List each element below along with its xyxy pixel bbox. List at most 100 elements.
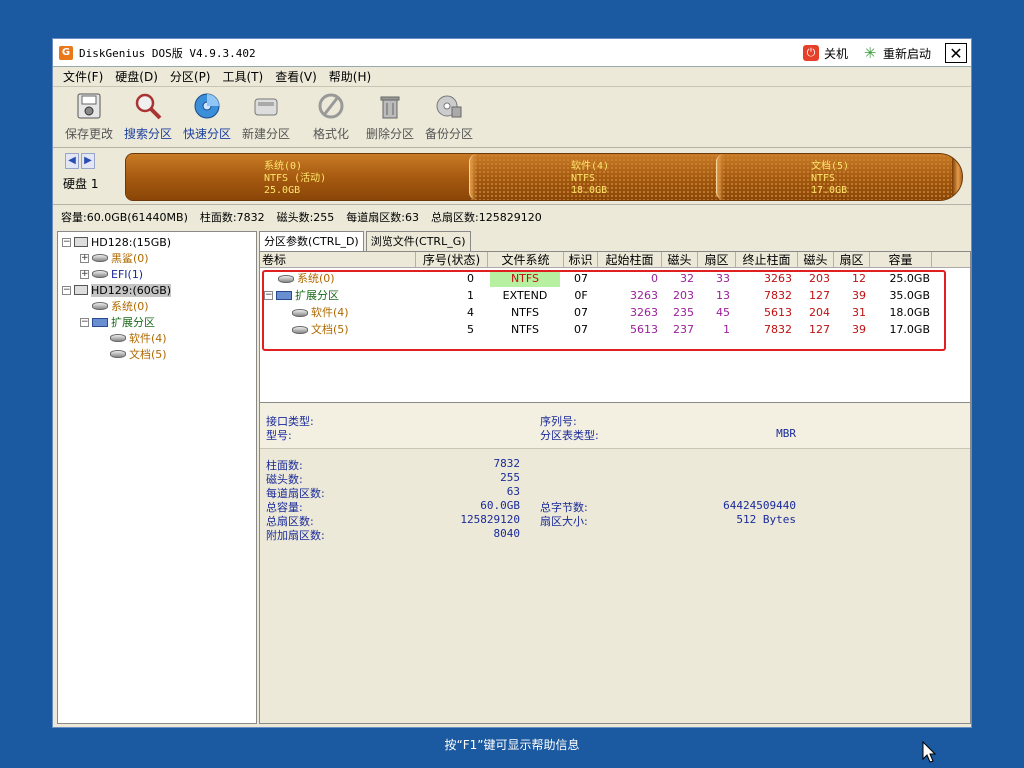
partition-bar-end bbox=[952, 154, 962, 200]
table-header: 卷标 序号(状态) 文件系统 标识 起始柱面 磁头 扇区 终止柱面 磁头 扇区 … bbox=[260, 252, 970, 268]
search-partition-button[interactable]: 搜索分区 bbox=[120, 88, 176, 146]
disk-capacity: 容量:60.0GB(61440MB) bbox=[61, 211, 188, 224]
expand-toggle[interactable]: + bbox=[80, 269, 89, 279]
total-capacity-value: 60.0GB bbox=[480, 499, 520, 512]
tree-node-system[interactable]: 系统(0) bbox=[58, 298, 256, 314]
menu-partition[interactable]: 分区(P) bbox=[170, 68, 211, 85]
toolbar: 保存更改 搜索分区 快速分区 新建分区 格式化 删除分区 备份分区 bbox=[53, 88, 971, 148]
volume-icon bbox=[110, 334, 126, 342]
format-icon bbox=[318, 93, 344, 119]
col-start-cyl[interactable]: 起始柱面 bbox=[598, 252, 662, 268]
tree-node-documents[interactable]: 文档(5) bbox=[58, 346, 256, 362]
new-partition-label: 新建分区 bbox=[241, 127, 290, 141]
disk-tree: − HD128:(15GB) + 黑鲨(0) + EFI(1) − HD129:… bbox=[57, 231, 257, 724]
quick-partition-button[interactable]: 快速分区 bbox=[179, 88, 235, 146]
col-start-head[interactable]: 磁头 bbox=[662, 252, 698, 268]
mouse-cursor-icon bbox=[922, 741, 936, 763]
disk-cylinders: 柱面数:7832 bbox=[199, 211, 265, 224]
volume-icon bbox=[92, 302, 108, 310]
partition-bar: 系统(0) NTFS (活动) 25.0GB 软件(4) NTFS 18.0GB… bbox=[125, 153, 963, 201]
col-seq[interactable]: 序号(状态) bbox=[416, 252, 488, 268]
quick-partition-icon bbox=[194, 93, 220, 119]
help-hint: 按“F1”键可显示帮助信息 bbox=[444, 738, 580, 752]
menu-help[interactable]: 帮助(H) bbox=[329, 68, 371, 85]
power-icon: ⏻ bbox=[802, 45, 819, 61]
right-panel: 分区参数(CTRL_D) 浏览文件(CTRL_G) 卷标 序号(状态) 文件系统… bbox=[259, 231, 971, 724]
volume-icon bbox=[92, 270, 108, 278]
shutdown-button[interactable]: ⏻ 关机 bbox=[802, 45, 848, 62]
partition-label-system: 系统(0) NTFS (活动) 25.0GB bbox=[264, 161, 327, 196]
cylinders-value: 7832 bbox=[493, 457, 521, 470]
hard-disk-icon bbox=[74, 285, 88, 295]
shutdown-label: 关机 bbox=[823, 46, 848, 61]
collapse-toggle[interactable]: − bbox=[62, 285, 71, 295]
tree-node-hd129[interactable]: − HD129:(60GB) bbox=[58, 282, 256, 298]
tree-label: 文档(5) bbox=[129, 348, 167, 361]
menu-bar: 文件(F) 硬盘(D) 分区(P) 工具(T) 查看(V) 帮助(H) bbox=[53, 67, 971, 87]
volume-icon bbox=[110, 350, 126, 358]
menu-disk[interactable]: 硬盘(D) bbox=[115, 68, 158, 85]
expand-toggle[interactable]: + bbox=[80, 253, 89, 263]
tab-browse-files[interactable]: 浏览文件(CTRL_G) bbox=[365, 231, 471, 251]
save-changes-label: 保存更改 bbox=[64, 127, 113, 141]
model-label: 型号: bbox=[266, 429, 292, 442]
partition-divider bbox=[469, 154, 477, 200]
delete-partition-button[interactable]: 删除分区 bbox=[362, 88, 418, 146]
tree-node-hd128[interactable]: − HD128:(15GB) bbox=[58, 234, 256, 250]
next-disk-button[interactable]: ▶ bbox=[81, 153, 95, 169]
col-label[interactable]: 卷标 bbox=[260, 252, 416, 268]
tree-node-efi[interactable]: + EFI(1) bbox=[58, 266, 256, 282]
tree-node-extended[interactable]: − 扩展分区 bbox=[58, 314, 256, 330]
tree-label: HD128:(15GB) bbox=[91, 235, 172, 249]
tree-label: 系统(0) bbox=[111, 300, 149, 313]
extra-sectors-value: 8040 bbox=[493, 527, 521, 540]
tree-node-software[interactable]: 软件(4) bbox=[58, 330, 256, 346]
col-size[interactable]: 容量 bbox=[870, 252, 932, 268]
total-bytes-value: 64424509440 bbox=[723, 499, 796, 512]
collapse-toggle[interactable]: − bbox=[80, 317, 89, 327]
partition-label-documents: 文档(5) NTFS 17.0GB bbox=[811, 161, 850, 196]
collapse-toggle[interactable]: − bbox=[62, 237, 71, 247]
format-label: 格式化 bbox=[312, 127, 349, 141]
backup-partition-button[interactable]: 备份分区 bbox=[421, 88, 477, 146]
sector-size-value: 512 Bytes bbox=[736, 513, 796, 526]
highlight-annotation-box bbox=[262, 270, 946, 351]
col-start-sec[interactable]: 扇区 bbox=[698, 252, 736, 268]
volume-icon bbox=[92, 254, 108, 262]
tree-node-heisha[interactable]: + 黑鲨(0) bbox=[58, 250, 256, 266]
disk-sectors-per-track: 每道扇区数:63 bbox=[346, 211, 419, 224]
extra-sectors-label: 附加扇区数: bbox=[266, 529, 325, 542]
col-end-head[interactable]: 磁头 bbox=[798, 252, 834, 268]
new-partition-button[interactable]: 新建分区 bbox=[238, 88, 294, 146]
save-changes-button[interactable]: 保存更改 bbox=[61, 88, 117, 146]
extended-partition-icon bbox=[92, 317, 108, 327]
col-id[interactable]: 标识 bbox=[564, 252, 598, 268]
backup-partition-label: 备份分区 bbox=[424, 127, 473, 141]
restart-icon: ✳ bbox=[863, 44, 877, 62]
tree-label: 黑鲨(0) bbox=[111, 252, 149, 265]
format-button[interactable]: 格式化 bbox=[303, 88, 359, 146]
menu-view[interactable]: 查看(V) bbox=[275, 68, 317, 85]
sector-size-label: 扇区大小: bbox=[540, 515, 588, 528]
col-fs[interactable]: 文件系统 bbox=[488, 252, 564, 268]
search-partition-icon bbox=[135, 93, 162, 120]
disk-info-line: 容量:60.0GB(61440MB) 柱面数:7832 磁头数:255 每道扇区… bbox=[61, 209, 554, 225]
restart-label: 重新启动 bbox=[882, 46, 931, 61]
prev-disk-button[interactable]: ◀ bbox=[65, 153, 79, 169]
disk-label: 硬盘 1 bbox=[63, 177, 99, 191]
title-bar: G DiskGenius DOS版 V4.9.3.402 ⏻ 关机 ✳ 重新启动… bbox=[53, 39, 971, 67]
partition-table-type-value: MBR bbox=[776, 427, 796, 440]
disk-total-sectors: 总扇区数:125829120 bbox=[431, 211, 542, 224]
partition-table-type-label: 分区表类型: bbox=[540, 429, 599, 442]
restart-button[interactable]: ✳ 重新启动 bbox=[862, 45, 931, 62]
disk-details-panel: 接口类型: 型号: 序列号: 分区表类型: MBR 柱面数: 7832 磁头数:… bbox=[259, 403, 971, 724]
menu-tools[interactable]: 工具(T) bbox=[223, 68, 264, 85]
col-end-cyl[interactable]: 终止柱面 bbox=[736, 252, 798, 268]
delete-partition-label: 删除分区 bbox=[365, 127, 414, 141]
tab-partition-params[interactable]: 分区参数(CTRL_D) bbox=[259, 231, 364, 251]
col-end-sec[interactable]: 扇区 bbox=[834, 252, 870, 268]
close-button[interactable]: ✕ bbox=[945, 43, 967, 63]
hard-disk-icon bbox=[74, 237, 88, 247]
partition-divider bbox=[716, 154, 724, 200]
menu-file[interactable]: 文件(F) bbox=[63, 68, 103, 85]
